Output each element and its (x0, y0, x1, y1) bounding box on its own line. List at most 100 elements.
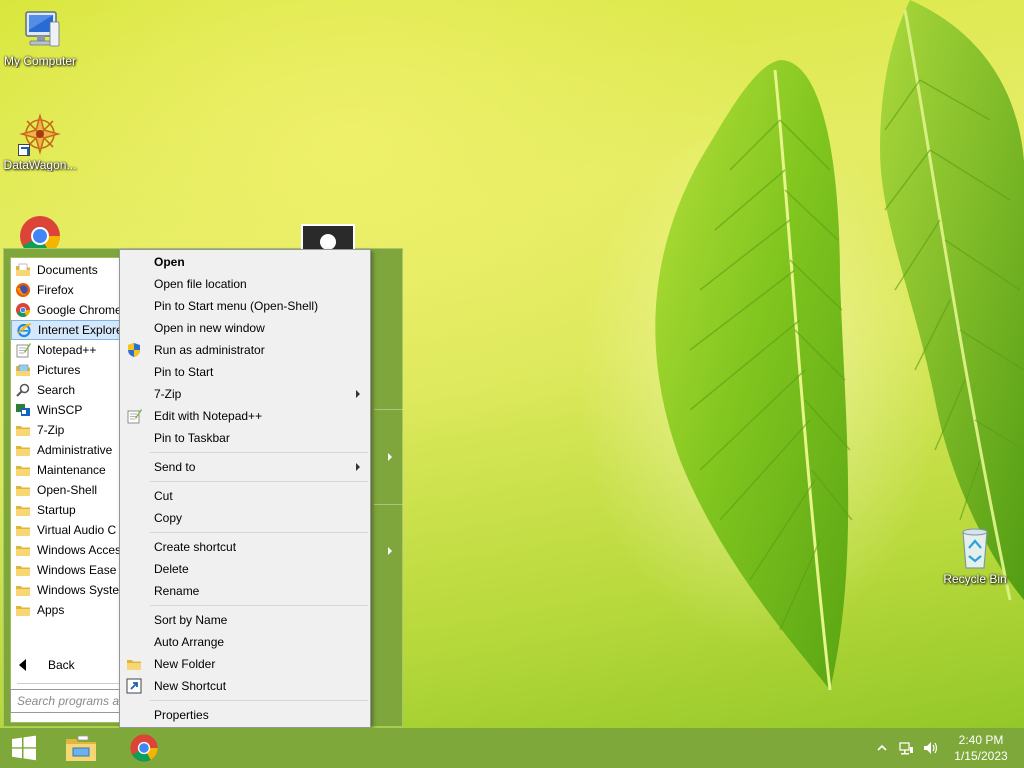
taskbar-file-explorer[interactable] (57, 728, 105, 768)
program-item[interactable]: Apps (11, 600, 127, 620)
desktop-icon-label: My Computer (3, 54, 77, 68)
context-menu-item[interactable]: Delete (120, 558, 370, 580)
program-item-label: 7-Zip (37, 423, 65, 437)
context-menu-item[interactable]: Properties (120, 704, 370, 726)
context-menu-item-label: Copy (154, 511, 183, 525)
divider (17, 683, 121, 684)
context-menu-item[interactable]: 7-Zip (120, 383, 370, 405)
context-menu-item[interactable]: Copy (120, 507, 370, 529)
clock-date: 1/15/2023 (954, 749, 1008, 763)
context-menu-item[interactable]: Cut (120, 485, 370, 507)
folder-icon (15, 442, 31, 458)
folder-icon (15, 502, 31, 518)
context-menu-item[interactable]: Run as administrator (120, 339, 370, 361)
program-item-label: Firefox (37, 283, 74, 297)
context-menu-item-label: Sort by Name (154, 613, 228, 627)
start-menu-programs-pane: Documents Firefox Google Chrome Internet Ex… (10, 257, 128, 723)
menu-separator (150, 532, 368, 533)
program-item[interactable]: Firefox (11, 280, 127, 300)
program-item[interactable]: Google Chrome (11, 300, 127, 320)
search-input[interactable]: Search programs a (10, 689, 130, 713)
clock[interactable]: 2:40 PM 1/15/2023 (946, 732, 1016, 764)
documents-icon (15, 262, 31, 278)
desktop-icon-datawagon[interactable]: DataWagon... (0, 112, 80, 172)
context-menu-item[interactable]: Open in new window (120, 317, 370, 339)
folder-icon (15, 422, 31, 438)
context-menu-item[interactable]: Pin to Start (120, 361, 370, 383)
folder-icon (15, 522, 31, 538)
context-menu-item-label: Edit with Notepad++ (154, 409, 263, 423)
program-item[interactable]: Documents (11, 260, 127, 280)
desktop-icon-recycle-bin[interactable]: Recycle Bin (935, 526, 1015, 586)
menu-separator (150, 452, 368, 453)
program-item-label: Documents (37, 263, 98, 277)
program-item-label: Maintenance (37, 463, 106, 477)
folder-icon (15, 562, 31, 578)
program-item[interactable]: 7-Zip (11, 420, 127, 440)
desktop-icon-my-computer[interactable]: My Computer (0, 8, 80, 68)
chevron-right-icon[interactable] (388, 547, 392, 555)
chevron-right-icon[interactable] (388, 453, 392, 461)
back-label: Back (48, 658, 75, 672)
context-menu-item[interactable]: Pin to Start menu (Open-Shell) (120, 295, 370, 317)
context-menu-item-label: Delete (154, 562, 189, 576)
context-menu-item[interactable]: Edit with Notepad++ (120, 405, 370, 427)
system-tray: 2:40 PM 1/15/2023 (874, 728, 1024, 768)
program-item[interactable]: Internet Explorer (11, 320, 127, 340)
context-menu-item-label: Create shortcut (154, 540, 237, 554)
program-item[interactable]: Administrative (11, 440, 127, 460)
context-menu-item[interactable]: Pin to Taskbar (120, 427, 370, 449)
submenu-arrow-icon (356, 390, 360, 398)
program-item-label: Administrative (37, 443, 113, 457)
program-item-label: Internet Explorer (38, 323, 127, 337)
program-item-label: Search (37, 383, 76, 397)
show-hidden-icons-chevron[interactable] (874, 740, 890, 756)
context-menu-item-label: Open (154, 255, 185, 269)
program-item-label: Pictures (37, 363, 81, 377)
context-menu: Open Open file location Pin to Start menu … (119, 249, 371, 728)
program-item[interactable]: Notepad++ (11, 340, 127, 360)
program-item[interactable]: Search (11, 380, 127, 400)
program-item[interactable]: Windows Ease o (11, 560, 127, 580)
program-item[interactable]: WinSCP (11, 400, 127, 420)
context-menu-item-label: Cut (154, 489, 173, 503)
folder-icon (15, 462, 31, 478)
context-menu-item-label: Auto Arrange (154, 635, 225, 649)
user-account-picture[interactable] (301, 224, 355, 250)
program-item[interactable]: Pictures (11, 360, 127, 380)
context-menu-item[interactable]: Auto Arrange (120, 631, 370, 653)
context-menu-item[interactable]: Create shortcut (120, 536, 370, 558)
program-item[interactable]: Startup (11, 500, 127, 520)
folder-icon (15, 482, 31, 498)
folder-icon (126, 656, 142, 672)
network-icon[interactable] (898, 740, 914, 756)
context-menu-item-label: Pin to Start menu (Open-Shell) (154, 299, 319, 313)
program-item-label: WinSCP (37, 403, 83, 417)
file-explorer-icon (66, 735, 96, 761)
program-item[interactable]: Maintenance (11, 460, 127, 480)
shortcut-icon (126, 678, 142, 694)
winscp-icon (15, 402, 31, 418)
program-item[interactable]: Open-Shell (11, 480, 127, 500)
back-button[interactable]: Back (19, 658, 75, 672)
context-menu-item[interactable]: New Folder (120, 653, 370, 675)
context-menu-item-label: New Folder (154, 657, 216, 671)
context-menu-item[interactable]: Rename (120, 580, 370, 602)
context-menu-item[interactable]: Open (120, 251, 370, 273)
program-item-label: Apps (37, 603, 65, 617)
context-menu-item[interactable]: Open file location (120, 273, 370, 295)
context-menu-item-label: 7-Zip (154, 387, 182, 401)
start-button[interactable] (0, 728, 48, 768)
context-menu-item-label: New Shortcut (154, 679, 227, 693)
volume-icon[interactable] (922, 740, 938, 756)
context-menu-item[interactable]: New Shortcut (120, 675, 370, 697)
program-item[interactable]: Windows Acces (11, 540, 127, 560)
context-menu-item[interactable]: Sort by Name (120, 609, 370, 631)
program-item[interactable]: Windows Syste (11, 580, 127, 600)
taskbar-chrome[interactable] (120, 728, 168, 768)
context-menu-item[interactable]: Send to (120, 456, 370, 478)
menu-separator (150, 481, 368, 482)
program-item[interactable]: Virtual Audio C (11, 520, 127, 540)
clock-time: 2:40 PM (958, 733, 1004, 747)
uac-shield-icon (126, 342, 142, 358)
